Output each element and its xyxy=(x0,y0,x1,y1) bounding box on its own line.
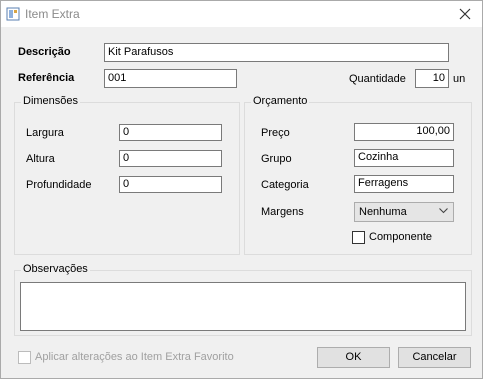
close-icon xyxy=(459,8,471,20)
favorito-label: Aplicar alterações ao Item Extra Favorit… xyxy=(35,351,234,363)
close-button[interactable] xyxy=(448,1,482,27)
app-icon xyxy=(6,7,20,21)
chevron-down-icon xyxy=(439,208,448,214)
largura-label: Largura xyxy=(26,127,64,139)
componente-checkbox[interactable] xyxy=(352,231,365,244)
quantidade-input[interactable]: 10 xyxy=(415,69,449,88)
observacoes-textarea[interactable] xyxy=(20,282,466,331)
profundidade-label: Profundidade xyxy=(26,179,92,191)
categoria-input[interactable]: Ferragens xyxy=(354,175,454,193)
preco-label: Preço xyxy=(261,127,290,139)
orcamento-title: Orçamento xyxy=(251,95,310,107)
largura-input[interactable]: 0 xyxy=(119,124,222,141)
descricao-input[interactable]: Kit Parafusos xyxy=(104,43,449,62)
grupo-label: Grupo xyxy=(261,153,292,165)
altura-input[interactable]: 0 xyxy=(119,150,222,167)
dimensoes-title: Dimensões xyxy=(21,95,81,107)
observacoes-title: Observações xyxy=(21,263,90,275)
componente-label: Componente xyxy=(369,231,432,243)
title-bar: Item Extra xyxy=(1,1,482,27)
preco-input[interactable]: 100,00 xyxy=(354,123,454,141)
grupo-input[interactable]: Cozinha xyxy=(354,149,454,167)
margens-selected-value: Nenhuma xyxy=(359,206,407,218)
favorito-checkbox[interactable] xyxy=(18,351,31,364)
quantidade-label: Quantidade xyxy=(349,73,406,85)
cancel-button[interactable]: Cancelar xyxy=(398,347,471,368)
margens-label: Margens xyxy=(261,206,304,218)
descricao-label: Descrição xyxy=(18,46,71,58)
profundidade-input[interactable]: 0 xyxy=(119,176,222,193)
altura-label: Altura xyxy=(26,153,55,165)
window-title: Item Extra xyxy=(25,7,80,21)
item-extra-dialog: Item Extra Descrição Kit Parafusos Refer… xyxy=(0,0,483,379)
categoria-label: Categoria xyxy=(261,179,309,191)
referencia-input[interactable]: 001 xyxy=(104,69,237,88)
margens-select[interactable]: Nenhuma xyxy=(354,202,454,222)
ok-button[interactable]: OK xyxy=(317,347,390,368)
referencia-label: Referência xyxy=(18,72,75,84)
quantidade-unit: un xyxy=(453,73,466,85)
